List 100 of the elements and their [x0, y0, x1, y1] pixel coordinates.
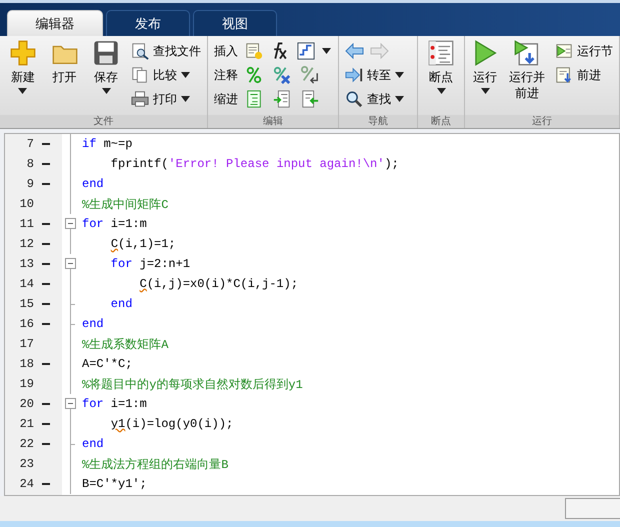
- tab[interactable]: 编辑器: [7, 10, 103, 36]
- search-icon: [344, 90, 363, 108]
- toolbar-button[interactable]: 保存: [89, 40, 124, 115]
- breakpoint-dash-icon[interactable]: [42, 443, 50, 445]
- toolbar-button[interactable]: 打印: [131, 89, 202, 109]
- code-editor[interactable]: [4, 133, 620, 496]
- code-line: %将题目中的y的每项求自然对数后得到y1: [81, 376, 303, 392]
- insert-icon: [245, 42, 263, 60]
- breakpoints-icon: [428, 40, 454, 66]
- breakpoint-dash-icon[interactable]: [42, 163, 50, 165]
- line-number: 22: [18, 436, 35, 453]
- code-line: %生成中间矩阵C: [81, 196, 168, 212]
- breakpoint-dash-icon[interactable]: [42, 323, 50, 325]
- toolbar-button[interactable]: 查找文件: [131, 41, 202, 61]
- toolbar-button[interactable]: 比较: [131, 65, 202, 85]
- code-line: for j=2:n+1: [110, 257, 190, 271]
- breakpoint-dash-icon[interactable]: [42, 243, 50, 245]
- toolbar-button[interactable]: 断点: [424, 40, 458, 115]
- function-insert-icon: [297, 42, 315, 60]
- breakpoint-dash-icon[interactable]: [42, 223, 50, 225]
- code-line: if m~=p: [81, 137, 132, 151]
- fold-toggle-icon[interactable]: [65, 398, 76, 409]
- group-label: 断点: [418, 115, 464, 128]
- line-number: 20: [18, 396, 35, 413]
- printer-icon: [131, 90, 150, 108]
- breakpoint-dash-icon[interactable]: [42, 183, 50, 185]
- line-number: 8: [26, 156, 35, 173]
- line-number: 19: [18, 376, 35, 393]
- code-line: end: [81, 177, 104, 191]
- tab[interactable]: 视图: [193, 10, 277, 36]
- tab[interactable]: 发布: [106, 10, 190, 36]
- comment-icon: [245, 66, 263, 84]
- line-number: 10: [18, 196, 35, 213]
- group-label: 导航: [338, 115, 417, 128]
- line-number: 21: [18, 416, 35, 433]
- breakpoint-dash-icon[interactable]: [42, 363, 50, 365]
- line-number: 12: [18, 236, 35, 253]
- fold-toggle-icon[interactable]: [65, 218, 76, 229]
- compare-icon: [131, 66, 150, 84]
- forward-arrow-icon[interactable]: [368, 43, 389, 59]
- plus-icon: [10, 40, 36, 66]
- code-line: end: [81, 437, 104, 451]
- code-line: y1(i)=log(y0(i));: [110, 417, 234, 431]
- go-to-icon: [344, 66, 363, 84]
- code-line: C(i,1)=1;: [110, 237, 176, 251]
- code-line: C(i,j)=x0(i)*C(i,j-1);: [138, 277, 298, 291]
- code-line: B=C'*y1';: [81, 477, 147, 491]
- toolbar-button[interactable]: 前进: [555, 65, 613, 85]
- line-number: 23: [18, 456, 35, 473]
- line-number: 7: [26, 136, 35, 153]
- run-advance-icon: [514, 40, 540, 66]
- uncomment-icon: [273, 66, 291, 84]
- toolbar-button[interactable]: 新建: [6, 40, 40, 115]
- line-number: 9: [26, 176, 35, 193]
- code-line: for i=1:m: [81, 397, 147, 411]
- code-line: %生成系数矩阵A: [81, 336, 168, 352]
- breakpoint-dash-icon[interactable]: [42, 283, 50, 285]
- advance-icon: [555, 66, 573, 84]
- function-icon: [273, 42, 287, 60]
- outdent-icon: [301, 90, 319, 108]
- code-line: %生成法方程组的右端向量B: [81, 456, 228, 472]
- line-number: 16: [18, 316, 35, 333]
- fold-toggle-icon[interactable]: [65, 258, 76, 269]
- line-number: 14: [18, 276, 35, 293]
- group-label: 运行: [465, 115, 619, 128]
- code-line: for i=1:m: [81, 217, 147, 231]
- wrap-comment-icon: [301, 66, 319, 84]
- row-label: 注释: [214, 66, 238, 84]
- code-line: fprintf('Error! Please input again!\n');: [110, 157, 399, 171]
- group-label: 文件: [0, 115, 207, 128]
- indent-icon: [273, 90, 291, 108]
- line-number: 17: [18, 336, 35, 353]
- toolbar-button[interactable]: 打开: [48, 40, 82, 115]
- breakpoint-dash-icon[interactable]: [42, 483, 50, 485]
- row-label: 插入: [214, 42, 238, 60]
- breakpoint-dash-icon[interactable]: [42, 303, 50, 305]
- code-line: A=C'*C;: [81, 357, 132, 371]
- run-section-icon: [555, 42, 573, 60]
- back-arrow-icon[interactable]: [344, 43, 365, 59]
- save-icon: [93, 40, 120, 66]
- code-line: end: [81, 317, 104, 331]
- breakpoint-dash-icon[interactable]: [42, 403, 50, 405]
- line-number: 11: [18, 216, 35, 233]
- group-label: 编辑: [208, 115, 338, 128]
- line-number: 13: [18, 256, 35, 273]
- toolbar-button[interactable]: 运行并前进: [507, 40, 547, 115]
- row-label: 缩进: [214, 90, 238, 108]
- find-file-icon: [131, 42, 150, 60]
- breakpoint-dash-icon[interactable]: [42, 423, 50, 425]
- line-number: 24: [18, 476, 35, 493]
- toolbar-button[interactable]: 查找: [344, 89, 404, 109]
- toolbar-button[interactable]: 转至: [344, 65, 404, 85]
- toolbar-button[interactable]: 运行节: [555, 41, 613, 61]
- code-line: end: [110, 297, 132, 311]
- line-number: 15: [18, 296, 35, 313]
- breakpoint-dash-icon[interactable]: [42, 263, 50, 265]
- line-number: 18: [18, 356, 35, 373]
- toolbar-button[interactable]: 运行: [471, 40, 500, 115]
- smart-indent-icon: [245, 90, 263, 108]
- breakpoint-dash-icon[interactable]: [42, 143, 50, 145]
